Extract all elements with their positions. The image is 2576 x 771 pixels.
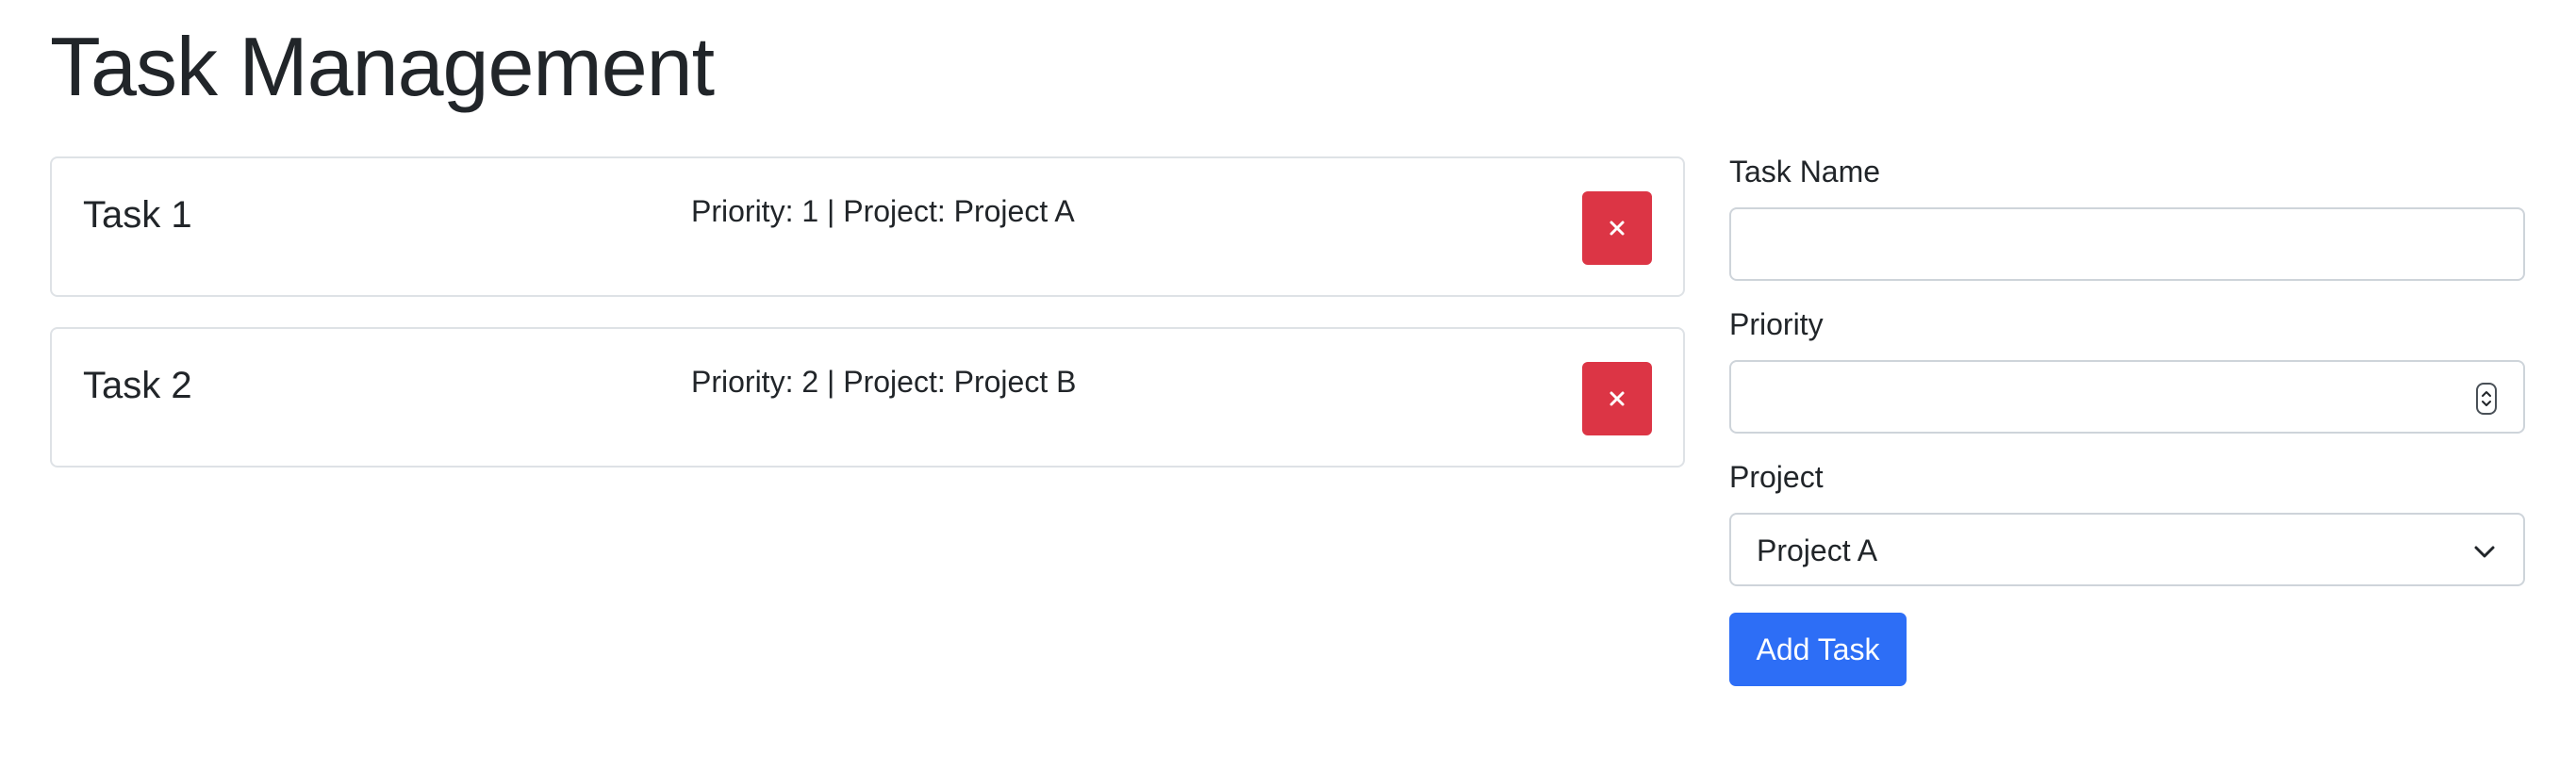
task-card: Task 2 Priority: 2 | Project: Project B xyxy=(50,327,1685,468)
chevron-down-icon xyxy=(2474,546,2495,558)
task-card: Task 1 Priority: 1 | Project: Project A xyxy=(50,156,1685,297)
project-label: Project xyxy=(1729,460,1824,494)
number-spinner-icon[interactable] xyxy=(2476,383,2497,415)
add-task-form: Task Name Priority Project Project A Add… xyxy=(1729,156,2525,686)
task-name: Task 2 xyxy=(83,365,192,406)
task-name-input[interactable] xyxy=(1729,207,2525,281)
task-list: Task 1 Priority: 1 | Project: Project A … xyxy=(50,156,1685,498)
add-task-button[interactable]: Add Task xyxy=(1729,613,1907,686)
close-icon xyxy=(1610,221,1625,236)
task-meta: Priority: 1 | Project: Project A xyxy=(691,194,1075,228)
close-icon xyxy=(1610,391,1625,406)
task-name-label: Task Name xyxy=(1729,155,1881,189)
project-select[interactable]: Project A xyxy=(1729,513,2525,586)
priority-label: Priority xyxy=(1729,307,1824,341)
task-name: Task 1 xyxy=(83,194,192,236)
delete-task-button[interactable] xyxy=(1582,362,1652,435)
task-meta: Priority: 2 | Project: Project B xyxy=(691,365,1077,399)
task-name-group: Task Name xyxy=(1729,156,2525,281)
delete-task-button[interactable] xyxy=(1582,191,1652,265)
priority-group: Priority xyxy=(1729,309,2525,434)
project-selected-value: Project A xyxy=(1757,533,1878,567)
priority-input[interactable] xyxy=(1729,360,2525,434)
page-title: Task Management xyxy=(50,20,715,113)
project-group: Project Project A xyxy=(1729,462,2525,586)
app-root: Task Management Task 1 Priority: 1 | Pro… xyxy=(0,0,2576,771)
